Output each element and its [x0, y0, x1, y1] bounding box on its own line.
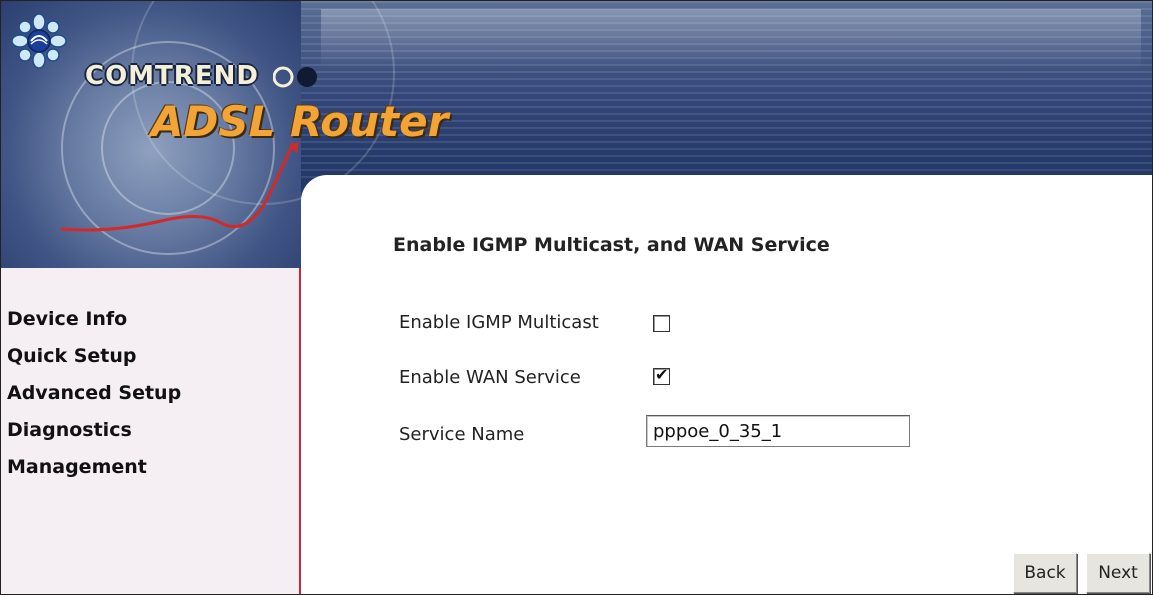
page-title: Enable IGMP Multicast, and WAN Service: [393, 234, 830, 256]
sidebar: Device Info Quick Setup Advanced Setup D…: [1, 268, 301, 594]
sidebar-item-diagnostics[interactable]: Diagnostics: [7, 412, 181, 449]
sidebar-item-quick-setup[interactable]: Quick Setup: [7, 338, 181, 375]
service-name-label: Service Name: [399, 424, 525, 445]
sidebar-menu: Device Info Quick Setup Advanced Setup D…: [7, 301, 181, 486]
igmp-multicast-label: Enable IGMP Multicast: [399, 312, 599, 333]
product-title: ADSL Router: [151, 97, 449, 146]
checkmark-icon: ✔: [655, 365, 669, 384]
next-button[interactable]: Next: [1086, 553, 1150, 593]
logo-dots-icon: [273, 66, 317, 88]
wan-service-label: Enable WAN Service: [399, 367, 581, 388]
comtrend-flower-logo-icon: [11, 13, 67, 69]
wan-service-checkbox[interactable]: ✔: [653, 365, 670, 385]
banner-shine: [321, 9, 1141, 69]
router-config-page: COMTREND ADSL Router Device Info Quick S…: [0, 0, 1153, 595]
signal-swoosh-icon: [60, 141, 299, 232]
back-button[interactable]: Back: [1013, 553, 1077, 593]
service-name-input[interactable]: [646, 415, 910, 447]
logo-text: COMTREND: [85, 61, 259, 91]
igmp-multicast-checkbox[interactable]: [653, 315, 670, 332]
sidebar-item-management[interactable]: Management: [7, 449, 181, 486]
sidebar-item-device-info[interactable]: Device Info: [7, 301, 181, 338]
sidebar-item-advanced-setup[interactable]: Advanced Setup: [7, 375, 181, 412]
